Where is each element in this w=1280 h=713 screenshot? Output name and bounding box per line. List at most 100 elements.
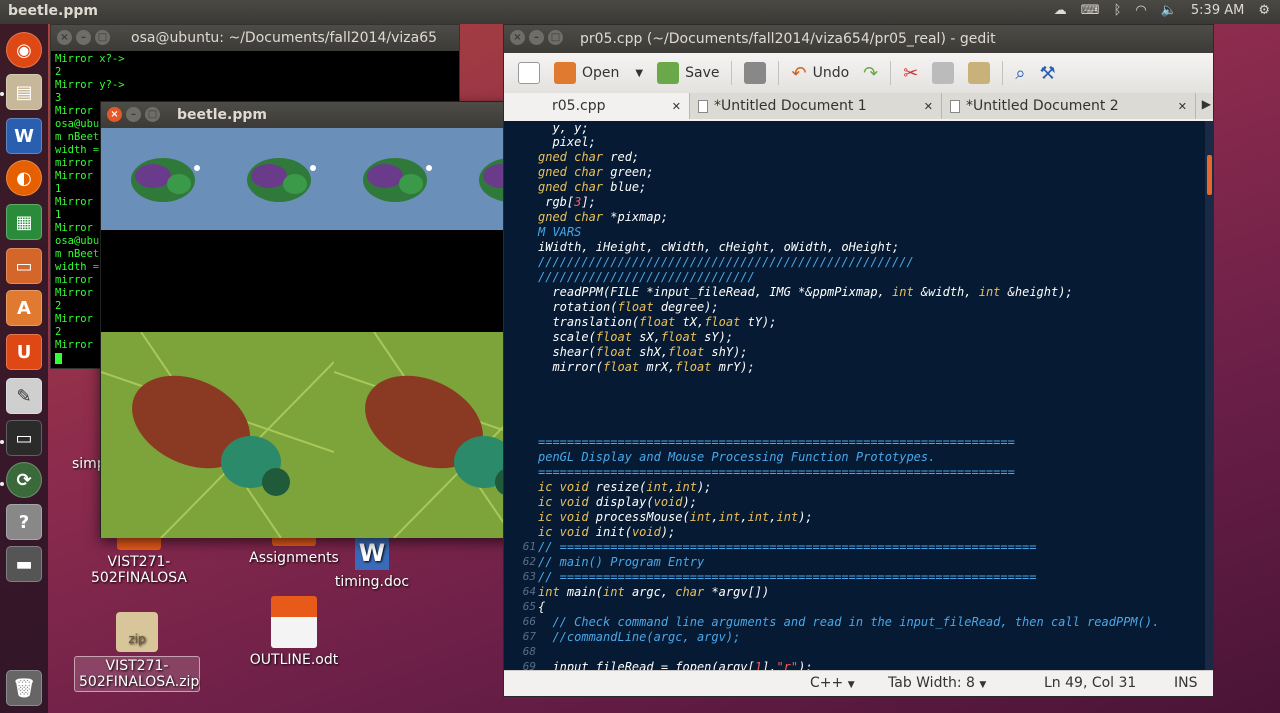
drive-icon[interactable]: ▬: [6, 546, 42, 582]
impress-icon[interactable]: ▭: [6, 248, 42, 284]
image-viewer-titlebar[interactable]: × – □ beetle.ppm: [101, 102, 565, 128]
save-button[interactable]: Save: [651, 57, 725, 89]
help-icon[interactable]: ?: [6, 504, 42, 540]
open-button[interactable]: Open ▼: [548, 57, 649, 89]
zip-archive-icon: zip: [116, 612, 158, 652]
wifi-icon[interactable]: ◠: [1135, 3, 1146, 18]
toolbar-separator: [731, 61, 733, 85]
writer-icon[interactable]: W: [6, 118, 42, 154]
terminal-title: osa@ubuntu: ~/Documents/fall2014/viza65: [131, 30, 438, 46]
close-icon[interactable]: ✕: [1178, 100, 1187, 113]
minimize-icon[interactable]: –: [529, 30, 544, 45]
replace-button[interactable]: ⚒: [1033, 57, 1061, 89]
desktop-icon-vist-folder[interactable]: VIST271- 502FINALOSA: [84, 530, 194, 586]
new-document-icon: [518, 62, 540, 84]
beetle-image-tile: [333, 128, 449, 230]
tab-scroll-right-icon[interactable]: ▶: [1202, 97, 1211, 111]
redo-icon: ↷: [863, 62, 879, 84]
terminal-icon[interactable]: ▭: [6, 420, 42, 456]
system-tray: ☁ ⌨ ᛒ ◠ 🔈 5:39 AM ⚙: [1054, 3, 1270, 18]
folder-open-icon: [554, 62, 576, 84]
document-icon: [698, 99, 708, 113]
update-manager-icon[interactable]: ⟳: [6, 462, 42, 498]
gedit-titlebar[interactable]: × – □ pr05.cpp (~/Documents/fall2014/viz…: [504, 25, 1213, 53]
tab-width-selector[interactable]: Tab Width: 8 ▼: [888, 675, 986, 691]
text-editor-icon[interactable]: ✎: [6, 378, 42, 414]
cloud-icon[interactable]: ☁: [1054, 3, 1067, 18]
document-tabs: r05.cpp ✕ *Untitled Document 1 ✕ *Untitl…: [504, 93, 1213, 119]
calc-icon[interactable]: ▦: [6, 204, 42, 240]
terminal-line: 2: [55, 66, 62, 78]
software-center-icon[interactable]: A: [6, 290, 42, 326]
trash-icon[interactable]: 🗑: [6, 670, 42, 706]
maximize-icon[interactable]: □: [95, 30, 110, 45]
cursor-position: Ln 49, Col 31: [1044, 675, 1137, 691]
chevron-down-icon: ▼: [847, 680, 855, 690]
desktop-icon-label: VIST271- 502FINALOSA.zip: [74, 656, 200, 692]
gedit-title: pr05.cpp (~/Documents/fall2014/viza654/p…: [580, 31, 996, 47]
minimize-icon[interactable]: –: [126, 107, 141, 122]
tab-title: *Untitled Document 2: [966, 98, 1119, 114]
top-panel: beetle.ppm ☁ ⌨ ᛒ ◠ 🔈 5:39 AM ⚙: [0, 0, 1280, 24]
redo-button[interactable]: ↷: [857, 57, 884, 89]
terminal-line: Mirror x?->: [55, 53, 125, 65]
tab-untitled-2[interactable]: *Untitled Document 2 ✕: [942, 93, 1196, 119]
new-document-button[interactable]: [512, 57, 546, 89]
tab-pr05-cpp[interactable]: r05.cpp ✕: [504, 93, 690, 119]
word-document-icon: W: [355, 536, 389, 570]
dash-home-icon[interactable]: ◉: [6, 32, 42, 68]
copy-icon: [932, 62, 955, 84]
scrollbar-thumb[interactable]: [1207, 155, 1212, 195]
files-icon[interactable]: ▤: [6, 74, 42, 110]
beetle-image-tile: [101, 128, 217, 230]
desktop-icon-label: VIST271- 502FINALOSA: [91, 554, 187, 586]
undo-icon: ↶: [791, 62, 807, 84]
ubuntu-one-icon[interactable]: U: [6, 334, 42, 370]
volume-icon[interactable]: 🔈: [1161, 3, 1177, 18]
toolbar-separator: [1002, 61, 1004, 85]
undo-label: Undo: [812, 65, 850, 81]
close-icon[interactable]: ×: [57, 30, 72, 45]
tab-untitled-1[interactable]: *Untitled Document 1 ✕: [690, 93, 942, 119]
gedit-window[interactable]: × – □ pr05.cpp (~/Documents/fall2014/viz…: [503, 24, 1214, 697]
code-editor[interactable]: y, y; pixel; gned char red; gned char gr…: [504, 121, 1213, 670]
maximize-icon[interactable]: □: [145, 107, 160, 122]
desktop-icon-label: Assignments: [249, 550, 339, 566]
desktop-icon-timing[interactable]: W timing.doc: [332, 536, 412, 590]
close-icon[interactable]: ×: [107, 107, 122, 122]
tab-label: *Untitled Document 1: [698, 98, 867, 114]
minimize-icon[interactable]: –: [76, 30, 91, 45]
copy-button[interactable]: [926, 57, 960, 89]
keyboard-icon[interactable]: ⌨: [1081, 3, 1100, 18]
maximize-icon[interactable]: □: [548, 30, 563, 45]
firefox-icon[interactable]: ◐: [6, 160, 42, 196]
print-button[interactable]: [738, 57, 772, 89]
scissors-icon: ✂: [903, 62, 919, 84]
editor-scrollbar[interactable]: [1205, 121, 1213, 670]
window-controls: × – □: [510, 30, 563, 45]
undo-button[interactable]: ↶ Undo: [785, 57, 855, 89]
terminal-line: Mirror y?->: [55, 79, 125, 91]
window-controls: × – □: [57, 30, 110, 45]
clock[interactable]: 5:39 AM: [1191, 3, 1244, 18]
language-selector[interactable]: C++ ▼: [810, 675, 855, 691]
desktop-icon-outline[interactable]: OUTLINE.odt: [246, 596, 342, 668]
bluetooth-icon[interactable]: ᛒ: [1114, 3, 1122, 18]
gear-icon[interactable]: ⚙: [1258, 3, 1270, 18]
close-icon[interactable]: ✕: [672, 100, 681, 113]
desktop-icon-label: timing.doc: [334, 574, 410, 590]
chevron-down-icon[interactable]: ▼: [635, 68, 643, 79]
running-indicator: [0, 482, 4, 486]
desktop-icon-vist-zip[interactable]: zip VIST271- 502FINALOSA.zip: [74, 612, 200, 692]
find-button[interactable]: ⌕: [1009, 57, 1031, 89]
close-icon[interactable]: ×: [510, 30, 525, 45]
tab-label: r05.cpp: [552, 98, 606, 114]
image-viewer-window[interactable]: × – □ beetle.ppm: [100, 101, 567, 538]
terminal-titlebar[interactable]: × – □ osa@ubuntu: ~/Documents/fall2014/v…: [51, 25, 459, 51]
cut-button[interactable]: ✂: [897, 57, 924, 89]
insert-mode: INS: [1174, 675, 1198, 691]
close-icon[interactable]: ✕: [924, 100, 933, 113]
language-label: C++: [810, 675, 844, 691]
tab-title: *Untitled Document 1: [714, 98, 867, 114]
paste-button[interactable]: [962, 57, 996, 89]
